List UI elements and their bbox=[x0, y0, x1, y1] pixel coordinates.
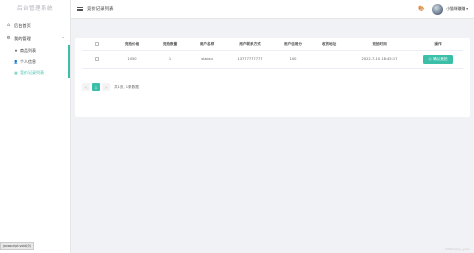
sidebar-subitem-goods[interactable]: ♦ 商品列表 bbox=[0, 45, 68, 56]
cell-phone: 13777777777 bbox=[226, 50, 274, 69]
cell-action: ◎ 确认竞拍 bbox=[413, 50, 463, 69]
column-header: 用户信用分 bbox=[274, 40, 312, 51]
sidebar-item-label: 我的管理 bbox=[14, 35, 31, 41]
header-select-all[interactable] bbox=[82, 40, 112, 51]
sidebar-subitem-label: 竞价记录列表 bbox=[20, 69, 44, 75]
cell-time: 2022-7-10 18:45:17 bbox=[346, 50, 413, 69]
check-circle-icon: ◎ bbox=[428, 57, 432, 61]
menu-toggle-icon[interactable] bbox=[77, 7, 83, 11]
sidebar-subitem-profile[interactable]: 👤 个人信息 bbox=[0, 56, 68, 67]
row-select-cell[interactable] bbox=[82, 50, 112, 69]
sidebar-item-my-management[interactable]: ⚙ 我的管理 ⌃ bbox=[0, 32, 70, 45]
goods-icon: ♦ bbox=[14, 48, 18, 53]
sidebar-item-home[interactable]: ⌂ 后台首页 bbox=[0, 19, 70, 32]
column-header: 竞拍时间 bbox=[346, 40, 413, 51]
watermark: CSDN @xy_yuan bbox=[445, 247, 470, 251]
page-number-current[interactable]: 1 bbox=[92, 83, 100, 91]
submenu: ♦ 商品列表 👤 个人信息 ▦ 竞价记录列表 bbox=[0, 45, 70, 78]
sidebar-subitem-label: 商品列表 bbox=[20, 47, 36, 53]
theme-palette-icon[interactable]: 🎨 bbox=[418, 6, 424, 12]
column-header: 竞拍价格 bbox=[112, 40, 152, 51]
cell-address bbox=[312, 50, 346, 69]
avatar[interactable] bbox=[432, 3, 444, 15]
sidebar-item-label: 后台首页 bbox=[14, 22, 31, 28]
chevron-up-icon: ⌃ bbox=[61, 36, 65, 41]
grid-icon: ▦ bbox=[14, 70, 18, 75]
column-header: 用户名称 bbox=[188, 40, 226, 51]
status-bar-url: javascript:void(0) bbox=[0, 242, 34, 250]
column-header: 用户联系方式 bbox=[226, 40, 274, 51]
sidebar: 后台管理系统 ⌂ 后台首页 ⚙ 我的管理 ⌃ ♦ 商品列表 👤 个人信息 ▦ 竞… bbox=[0, 0, 71, 253]
sidebar-subitem-bid-records[interactable]: ▦ 竞价记录列表 bbox=[0, 67, 68, 78]
confirm-bid-button[interactable]: ◎ 确认竞拍 bbox=[423, 54, 453, 64]
prev-page-button[interactable]: < bbox=[82, 83, 90, 91]
table-row: 1050 1 xiaoxu 13777777777 100 2022-7-10 … bbox=[82, 50, 463, 69]
sidebar-subitem-label: 个人信息 bbox=[20, 58, 36, 64]
confirm-bid-label: 确认竞拍 bbox=[433, 56, 448, 61]
bid-records-table: 竞拍价格 竞拍数量 用户名称 用户联系方式 用户信用分 收货地址 竞拍时间 操作… bbox=[82, 40, 463, 69]
column-header: 收货地址 bbox=[312, 40, 346, 51]
caret-down-icon[interactable]: ▾ bbox=[466, 7, 468, 11]
cell-name: xiaoxu bbox=[188, 50, 226, 69]
user-icon: 👤 bbox=[13, 59, 19, 64]
header-right: 🎨 小猫咪赚赚 ▾ bbox=[418, 3, 468, 15]
pagination: < 1 > 共1页, 1条数据 bbox=[82, 83, 139, 91]
pagination-info: 共1页, 1条数据 bbox=[114, 84, 139, 89]
brand-title: 后台管理系统 bbox=[16, 6, 53, 12]
column-header: 竞拍数量 bbox=[152, 40, 188, 51]
table-card: 竞拍价格 竞拍数量 用户名称 用户联系方式 用户信用分 收货地址 竞拍时间 操作… bbox=[75, 38, 470, 117]
page-title: 竞价记录列表 bbox=[87, 7, 114, 12]
next-page-button[interactable]: > bbox=[102, 83, 110, 91]
cell-price: 1050 bbox=[112, 50, 152, 69]
row-checkbox[interactable] bbox=[95, 56, 99, 61]
home-icon: ⌂ bbox=[7, 23, 10, 28]
cell-qty: 1 bbox=[152, 50, 188, 69]
settings-icon: ⚙ bbox=[6, 36, 11, 41]
select-all-checkbox[interactable] bbox=[95, 42, 99, 47]
cell-credit: 100 bbox=[274, 50, 312, 69]
top-header: 竞价记录列表 🎨 小猫咪赚赚 ▾ bbox=[71, 0, 474, 19]
main-content: 竞拍价格 竞拍数量 用户名称 用户联系方式 用户信用分 收货地址 竞拍时间 操作… bbox=[71, 19, 474, 253]
table-header-row: 竞拍价格 竞拍数量 用户名称 用户联系方式 用户信用分 收货地址 竞拍时间 操作 bbox=[82, 40, 463, 51]
username[interactable]: 小猫咪赚赚 bbox=[446, 6, 465, 12]
column-header: 操作 bbox=[413, 40, 463, 51]
